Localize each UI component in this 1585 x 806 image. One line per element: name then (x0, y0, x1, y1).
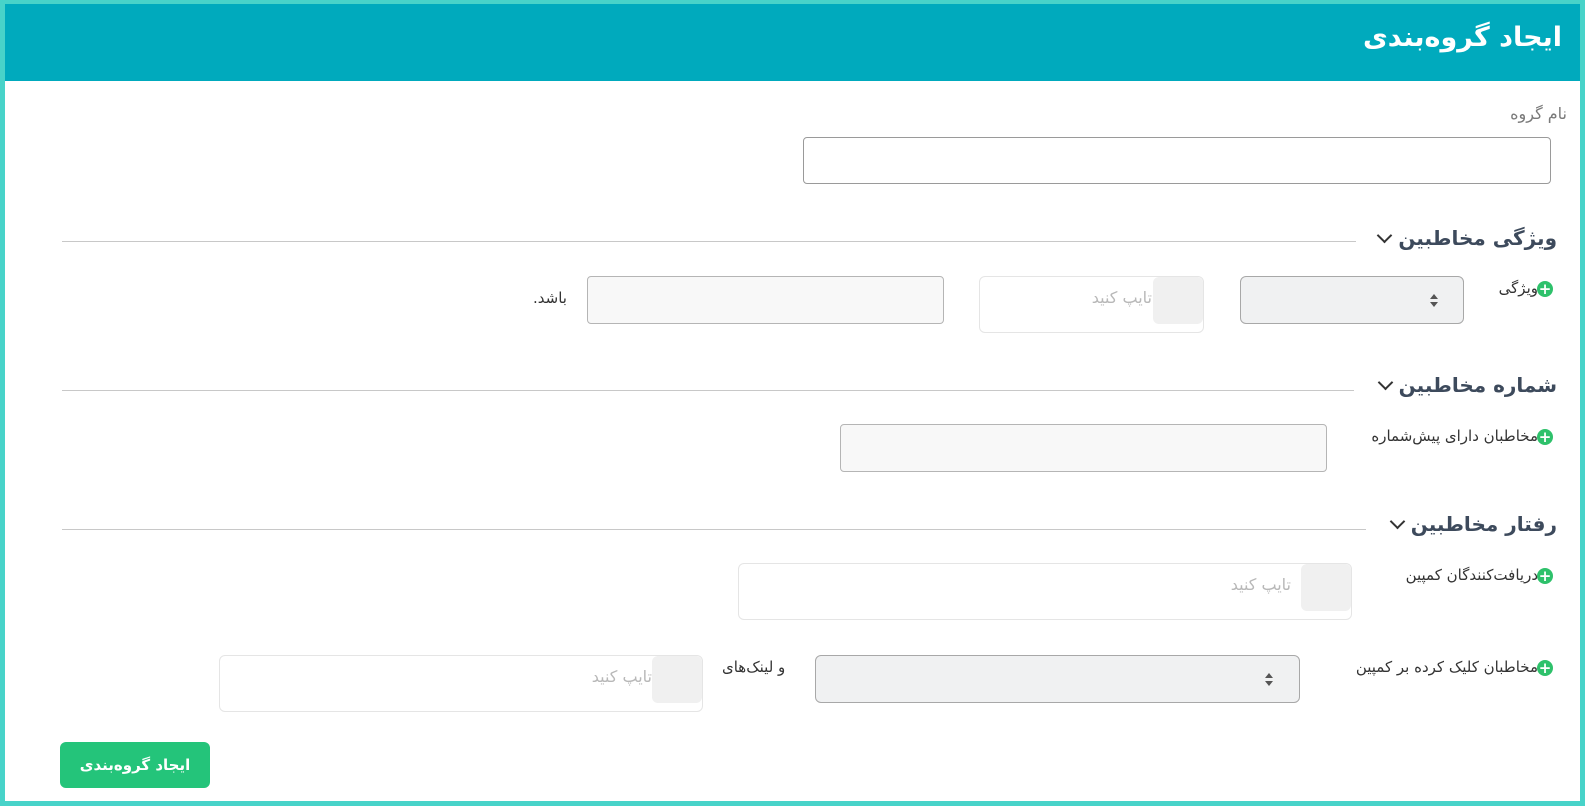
section-feature-toggle[interactable]: ویژگی مخاطبین (1377, 226, 1557, 250)
tag-chip (1301, 564, 1351, 611)
recipients-tag-input[interactable]: تایپ کنید (738, 563, 1352, 620)
panel-header: ایجاد گروه‌بندی (5, 4, 1580, 81)
plus-circle-icon[interactable]: + (1537, 281, 1553, 297)
plus-circle-icon[interactable]: + (1537, 660, 1553, 676)
recipients-placeholder: تایپ کنید (1230, 575, 1291, 594)
feature-tag-input[interactable]: تایپ کنید (979, 276, 1204, 333)
group-name-label: نام گروه (1510, 104, 1567, 123)
section-number-title: شماره مخاطبین (1398, 373, 1557, 397)
section-divider (62, 241, 1356, 242)
clicked-label: مخاطبان کلیک کرده بر کمپین (1355, 658, 1538, 676)
create-group-panel: ایجاد گروه‌بندی نام گروه ویژگی مخاطبین +… (0, 0, 1585, 806)
section-divider (62, 529, 1366, 530)
section-behavior-toggle[interactable]: رفتار مخاطبین (1389, 512, 1557, 536)
create-group-button[interactable]: ایجاد گروه‌بندی (60, 742, 210, 788)
feature-select[interactable] (1240, 276, 1464, 324)
prefix-input[interactable] (840, 424, 1327, 472)
campaign-select[interactable] (815, 655, 1300, 703)
section-divider (62, 390, 1354, 391)
prefix-label: مخاطبان دارای پیش‌شماره (1371, 427, 1538, 445)
plus-circle-icon[interactable]: + (1537, 568, 1553, 584)
chevron-down-icon (1377, 227, 1393, 243)
tag-chip (652, 656, 702, 703)
links-tag-input[interactable]: تایپ کنید (219, 655, 703, 712)
chevron-down-icon (1377, 374, 1393, 390)
section-behavior-title: رفتار مخاطبین (1410, 512, 1557, 536)
chevron-down-icon (1389, 513, 1406, 529)
feature-suffix: باشد. (533, 289, 567, 307)
recipients-label: دریافت‌کنندگان کمپین (1405, 566, 1538, 584)
section-number-toggle[interactable]: شماره مخاطبین (1377, 373, 1557, 397)
plus-circle-icon[interactable]: + (1537, 429, 1553, 445)
group-name-input[interactable] (803, 137, 1551, 184)
links-label: و لینک‌های (722, 658, 786, 676)
links-placeholder: تایپ کنید (591, 667, 652, 686)
page-title: ایجاد گروه‌بندی (1363, 22, 1562, 53)
section-feature-title: ویژگی مخاطبین (1398, 226, 1557, 250)
feature-tag-placeholder: تایپ کنید (1091, 288, 1152, 307)
tag-chip (1153, 277, 1203, 324)
feature-value-input[interactable] (587, 276, 944, 324)
feature-label: ویژگی (1498, 279, 1538, 297)
